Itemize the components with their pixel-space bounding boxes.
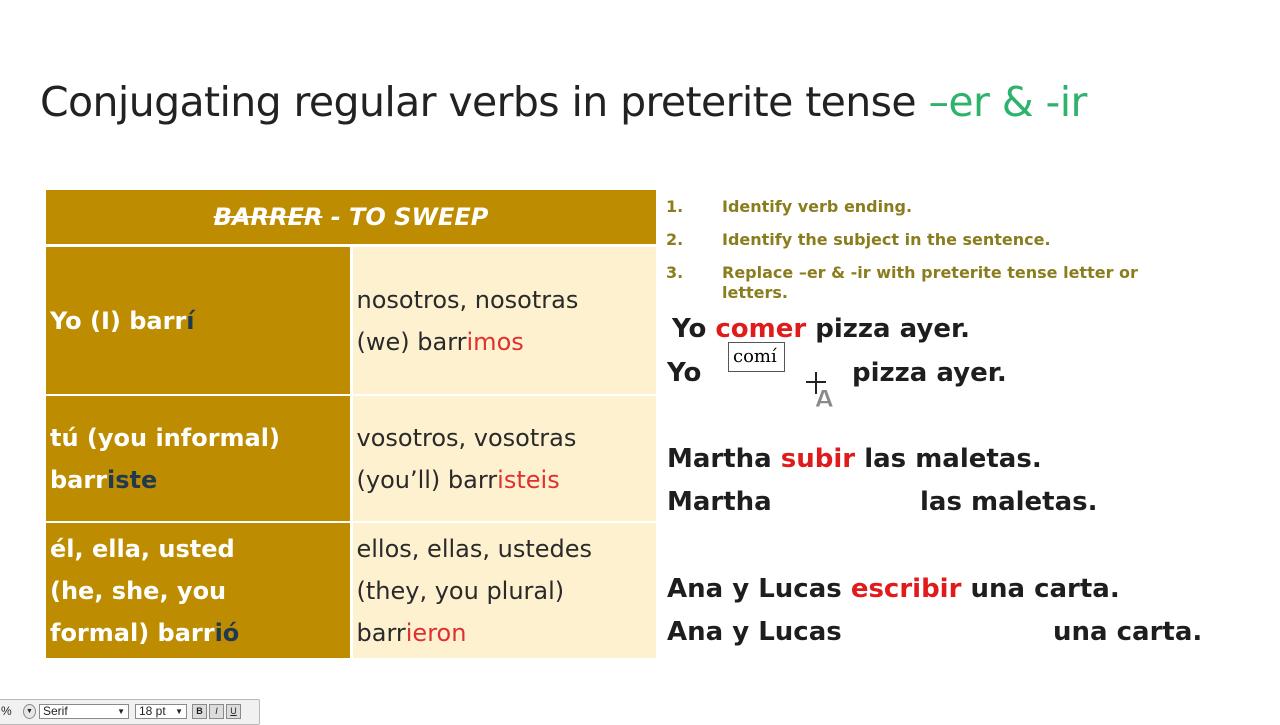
text-tool-cursor-icon: A — [806, 372, 835, 410]
sentence-subject: Ana y Lucas — [667, 617, 842, 647]
sentence-verb: comer — [715, 314, 807, 344]
sentence-rest: una carta. — [970, 574, 1120, 604]
sentence-subject: Yo — [667, 358, 702, 388]
font-size-value: 18 pt — [139, 704, 166, 718]
step-item: 3. Replace –er & -ir with preterite tense… — [666, 263, 1186, 303]
conj-line: (he, she, you — [50, 570, 350, 612]
step-item: 1. Identify verb ending. — [666, 197, 1186, 217]
header-translation: - TO SWEEP — [322, 203, 489, 231]
underline-button[interactable]: U — [226, 704, 241, 719]
conj-line: formal) barrió — [50, 612, 350, 654]
title-main: Conjugating regular verbs in preterite t… — [40, 78, 929, 126]
table-row: tú (you informal) barriste vosotros, voso… — [46, 395, 657, 523]
conj-line: Yo (I) barrí — [50, 300, 350, 342]
conj-text: barr — [50, 465, 108, 494]
step-item: 2. Identify the subject in the sentence. — [666, 230, 1186, 250]
conj-text: barr — [356, 618, 406, 647]
conj-line: él, ella, usted — [50, 528, 350, 570]
sentence-rest: pizza ayer. — [852, 358, 1007, 388]
conj-cell-singular: Yo (I) barrí — [46, 245, 353, 396]
sentence-1: Yo comer pizza ayer. — [672, 314, 970, 344]
sentence-3: Ana y Lucas escribir una carta. — [667, 574, 1120, 604]
sentence-rest: las maletas. — [920, 487, 1098, 517]
conj-line: tú (you informal) — [50, 417, 350, 459]
step-number: 1. — [666, 197, 684, 216]
table-header: BARRER - TO SWEEP — [46, 190, 656, 247]
conj-text: (you’ll) barr — [356, 465, 498, 494]
conj-text: tú (you informal) — [50, 423, 280, 452]
chevron-down-icon: ▼ — [117, 707, 125, 716]
conj-text: él, ella, usted — [50, 534, 235, 563]
sentence-subject: Martha — [667, 487, 772, 517]
page-title: Conjugating regular verbs in preterite t… — [40, 78, 1087, 126]
sentence-subject: Ana y Lucas — [667, 574, 842, 604]
zoom-label: % — [1, 704, 12, 718]
conj-text: formal) barr — [50, 618, 215, 647]
conj-cell-plural: nosotros, nosotras (we) barrimos — [351, 245, 657, 396]
bold-button[interactable]: B — [192, 704, 207, 719]
verb-ending: í — [186, 306, 195, 335]
conj-cell-plural: vosotros, vosotras (you’ll) barristeis — [351, 395, 657, 523]
table-row: él, ella, usted (he, she, you formal) barr… — [46, 522, 656, 658]
step-text: Replace –er & -ir with preterite tense l… — [722, 263, 1138, 302]
title-accent: –er & -ir — [928, 78, 1088, 126]
answer-text-box[interactable]: comí — [728, 342, 785, 372]
conj-line: ellos, ellas, ustedes — [357, 528, 657, 570]
verb-ending: ió — [214, 618, 240, 647]
conj-text: (they, you plural) — [356, 576, 565, 605]
verb-ending: isteis — [497, 465, 560, 494]
step-text: Identify the subject in the sentence. — [722, 230, 1051, 249]
conj-cell-singular: tú (you informal) barriste — [46, 395, 353, 523]
sentence-verb: escribir — [850, 574, 962, 604]
verb-ending: ieron — [405, 618, 467, 647]
font-size-select[interactable]: 18 pt ▼ — [135, 704, 187, 719]
sentence-rest: una carta. — [1053, 617, 1203, 647]
conj-cell-plural: ellos, ellas, ustedes (they, you plural) b… — [351, 522, 656, 658]
step-number: 3. — [666, 263, 684, 282]
italic-button[interactable]: I — [209, 704, 224, 719]
conj-line: (we) barrimos — [357, 321, 657, 363]
conj-line: barrieron — [357, 612, 657, 654]
sentence-rest: las maletas. — [864, 444, 1042, 474]
font-family-select[interactable]: Serif ▼ — [39, 704, 129, 719]
conj-line: (you’ll) barristeis — [357, 459, 657, 501]
verb-ending: imos — [466, 327, 524, 356]
conj-text: (he, she, you — [50, 576, 227, 605]
sentence-rest: pizza ayer. — [815, 314, 970, 344]
conj-line: barriste — [50, 459, 350, 501]
conjugation-table: BARRER - TO SWEEP Yo (I) barrí nosotros,… — [46, 190, 656, 658]
conj-text: nosotros, nosotras — [356, 285, 579, 314]
sentence-subject: Martha — [667, 444, 772, 474]
conj-text: ellos, ellas, ustedes — [356, 534, 593, 563]
chevron-down-icon: ▼ — [175, 707, 183, 716]
conj-line: (they, you plural) — [357, 570, 657, 612]
sentence-subject: Yo — [672, 314, 707, 344]
chevron-down-icon: ▼ — [26, 708, 33, 715]
conj-cell-singular: él, ella, usted (he, she, you formal) barr… — [46, 522, 353, 658]
conj-text: (we) barr — [356, 327, 467, 356]
sentence-verb: subir — [780, 444, 856, 474]
conj-line: nosotros, nosotras — [357, 279, 657, 321]
conj-text: vosotros, vosotras — [356, 423, 577, 452]
font-family-value: Serif — [43, 704, 68, 718]
zoom-dropdown-button[interactable]: ▼ — [23, 704, 36, 719]
conj-line: vosotros, vosotras — [357, 417, 657, 459]
conj-text: Yo (I) barr — [50, 306, 187, 335]
header-verb: BARRER — [213, 203, 323, 231]
table-row: Yo (I) barrí nosotros, nosotras (we) barr… — [46, 245, 657, 396]
sentence-2: Martha subir las maletas. — [667, 444, 1042, 474]
step-number: 2. — [666, 230, 684, 249]
verb-ending: iste — [107, 465, 158, 494]
step-text: Identify verb ending. — [722, 197, 913, 216]
instruction-steps: 1. Identify verb ending. 2. Identify the s… — [666, 197, 1186, 316]
table-header-row: BARRER - TO SWEEP — [46, 190, 656, 247]
svg-text:A: A — [815, 385, 834, 410]
text-format-toolbar: % ▼ Serif ▼ 18 pt ▼ B I U — [0, 699, 260, 725]
